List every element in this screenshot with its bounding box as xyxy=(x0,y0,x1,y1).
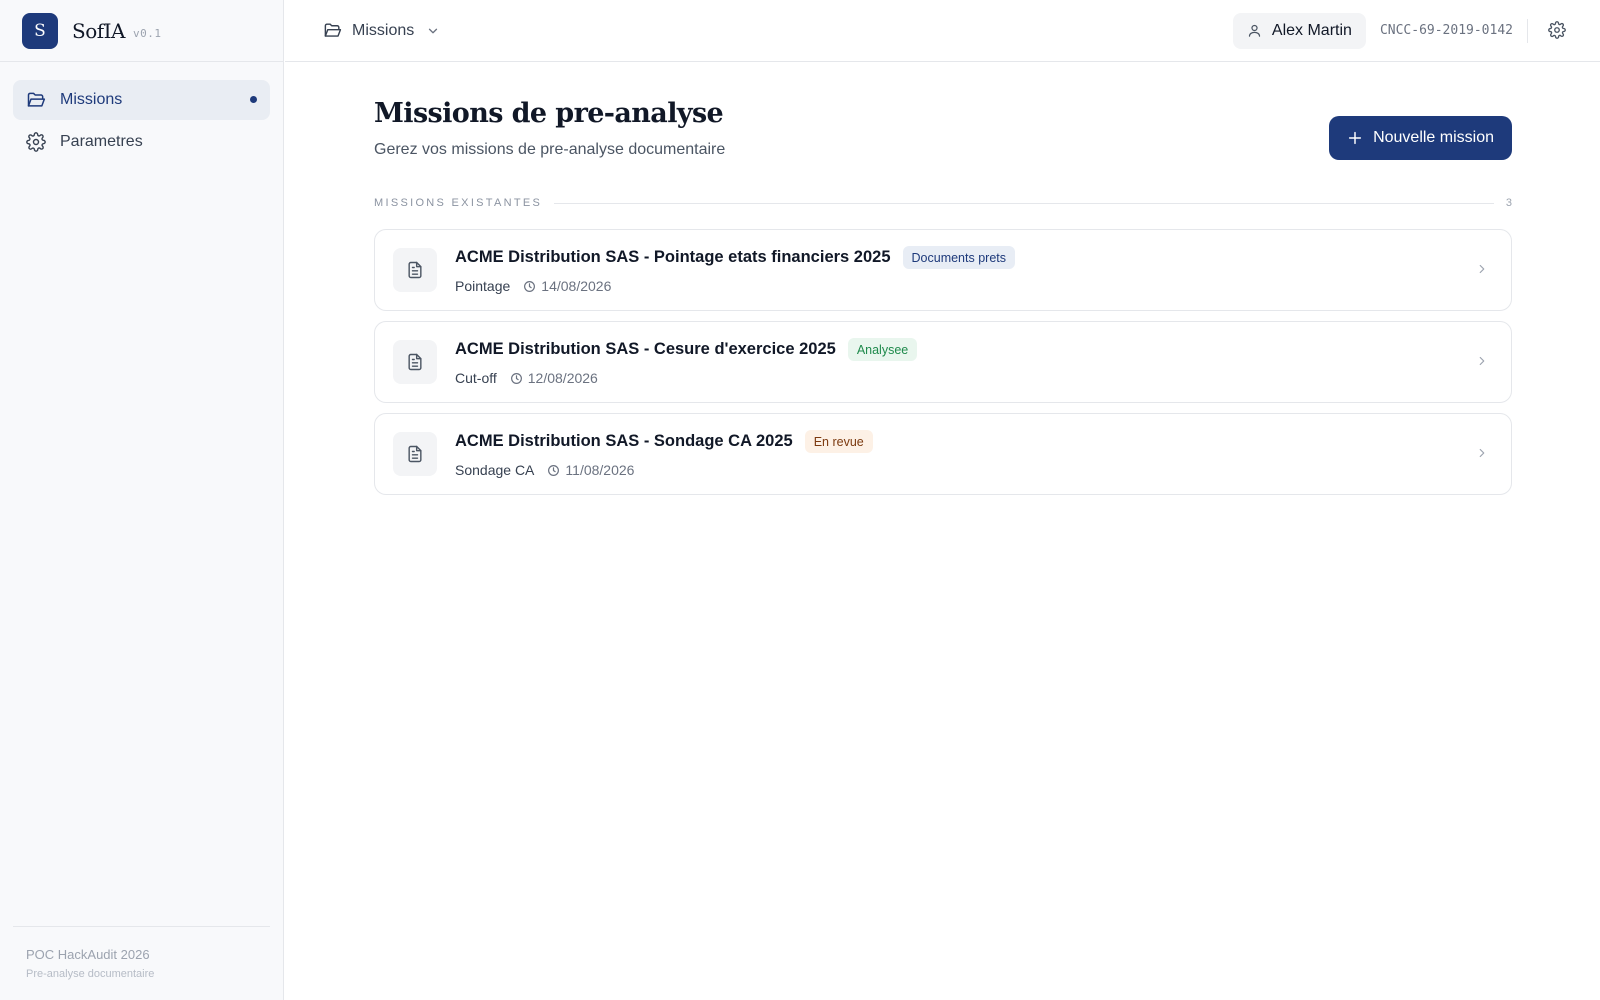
document-icon xyxy=(405,260,425,280)
mission-card-body: ACME Distribution SAS - Pointage etats f… xyxy=(455,246,1015,294)
brand: S SofIA v0.1 xyxy=(0,0,283,62)
breadcrumb-label: Missions xyxy=(352,21,415,39)
settings-button[interactable] xyxy=(1548,20,1568,41)
sidebar-footer: POC HackAudit 2026 Pre-analyse documenta… xyxy=(13,926,270,1000)
new-mission-label: Nouvelle mission xyxy=(1373,129,1494,146)
user-menu[interactable]: Alex Martin xyxy=(1232,12,1366,49)
mission-type: Pointage xyxy=(455,278,511,294)
section-divider xyxy=(554,202,1494,204)
section-count: 3 xyxy=(1505,197,1512,209)
chevron-right-icon xyxy=(1475,446,1489,460)
mission-card-body: ACME Distribution SAS - Cesure d'exercic… xyxy=(455,338,918,386)
mission-date: 14/08/2026 xyxy=(541,278,612,294)
mission-meta: Sondage CA 11/08/2026 xyxy=(455,462,873,478)
sidebar-nav: Missions Parametres xyxy=(0,62,283,162)
mission-type: Sondage CA xyxy=(455,462,535,478)
document-icon xyxy=(405,352,425,372)
clock-icon xyxy=(523,280,536,293)
sidebar-item-label: Missions xyxy=(60,91,123,108)
folder-open-icon xyxy=(323,21,342,40)
footer-project-desc: Pre-analyse documentaire xyxy=(26,968,155,980)
gear-icon xyxy=(1548,20,1568,39)
cncc-id: CNCC-69-2019-0142 xyxy=(1379,23,1513,38)
plus-icon xyxy=(1347,130,1363,146)
mission-title: ACME Distribution SAS - Pointage etats f… xyxy=(455,248,891,266)
main-content: Missions de pre-analyse Gerez vos missio… xyxy=(374,62,1512,505)
document-icon xyxy=(405,444,425,464)
user-name: Alex Martin xyxy=(1271,21,1352,39)
chevron-right-icon xyxy=(1475,354,1489,368)
app-logo[interactable]: S xyxy=(22,12,58,49)
chevron-down-icon xyxy=(426,24,440,38)
footer-project-name: POC HackAudit 2026 xyxy=(26,947,150,962)
status-badge: Analysee xyxy=(847,338,918,361)
user-icon xyxy=(1247,23,1262,38)
gear-icon xyxy=(26,132,46,152)
topbar-right: Alex Martin CNCC-69-2019-0142 xyxy=(1232,12,1568,49)
status-badge: En revue xyxy=(804,430,873,453)
mission-title: ACME Distribution SAS - Sondage CA 2025 xyxy=(455,432,793,450)
sidebar-item-label: Parametres xyxy=(60,133,143,150)
document-icon-box xyxy=(393,340,437,384)
app-version: v0.1 xyxy=(133,27,162,40)
document-icon-box xyxy=(393,248,437,292)
mission-card[interactable]: ACME Distribution SAS - Sondage CA 2025 … xyxy=(374,413,1512,495)
mission-card[interactable]: ACME Distribution SAS - Pointage etats f… xyxy=(374,229,1512,311)
sidebar-item-missions[interactable]: Missions xyxy=(13,80,270,120)
mission-type: Cut-off xyxy=(455,370,497,386)
mission-title-row: ACME Distribution SAS - Pointage etats f… xyxy=(455,246,1015,269)
active-indicator-dot xyxy=(250,96,257,103)
sidebar-item-parametres[interactable]: Parametres xyxy=(13,122,270,162)
chevron-right-icon xyxy=(1475,262,1489,276)
topbar: Missions Alex Martin CNCC-69-2019-0142 xyxy=(285,0,1600,62)
section-header: MISSIONS EXISTANTES 3 xyxy=(374,197,1512,209)
mission-list: ACME Distribution SAS - Pointage etats f… xyxy=(374,229,1512,495)
mission-date: 11/08/2026 xyxy=(565,462,635,478)
document-icon-box xyxy=(393,432,437,476)
status-badge: Documents prets xyxy=(902,246,1015,269)
app-name: SofIA xyxy=(72,18,126,43)
mission-meta: Pointage 14/08/2026 xyxy=(455,278,1015,294)
divider xyxy=(1527,18,1528,43)
mission-title: ACME Distribution SAS - Cesure d'exercic… xyxy=(455,340,836,358)
mission-card-body: ACME Distribution SAS - Sondage CA 2025 … xyxy=(455,430,873,478)
section-label: MISSIONS EXISTANTES xyxy=(374,197,543,209)
sidebar: S SofIA v0.1 Missions Parametres POC Hac… xyxy=(0,0,284,1000)
breadcrumb[interactable]: Missions xyxy=(323,21,440,40)
mission-title-row: ACME Distribution SAS - Sondage CA 2025 … xyxy=(455,430,873,453)
mission-date: 12/08/2026 xyxy=(527,370,598,386)
clock-icon xyxy=(547,464,560,477)
clock-icon xyxy=(510,372,523,385)
mission-title-row: ACME Distribution SAS - Cesure d'exercic… xyxy=(455,338,918,361)
new-mission-button[interactable]: Nouvelle mission xyxy=(1329,116,1512,160)
mission-meta: Cut-off 12/08/2026 xyxy=(455,370,917,386)
folder-open-icon xyxy=(26,90,46,110)
mission-card[interactable]: ACME Distribution SAS - Cesure d'exercic… xyxy=(374,321,1512,403)
